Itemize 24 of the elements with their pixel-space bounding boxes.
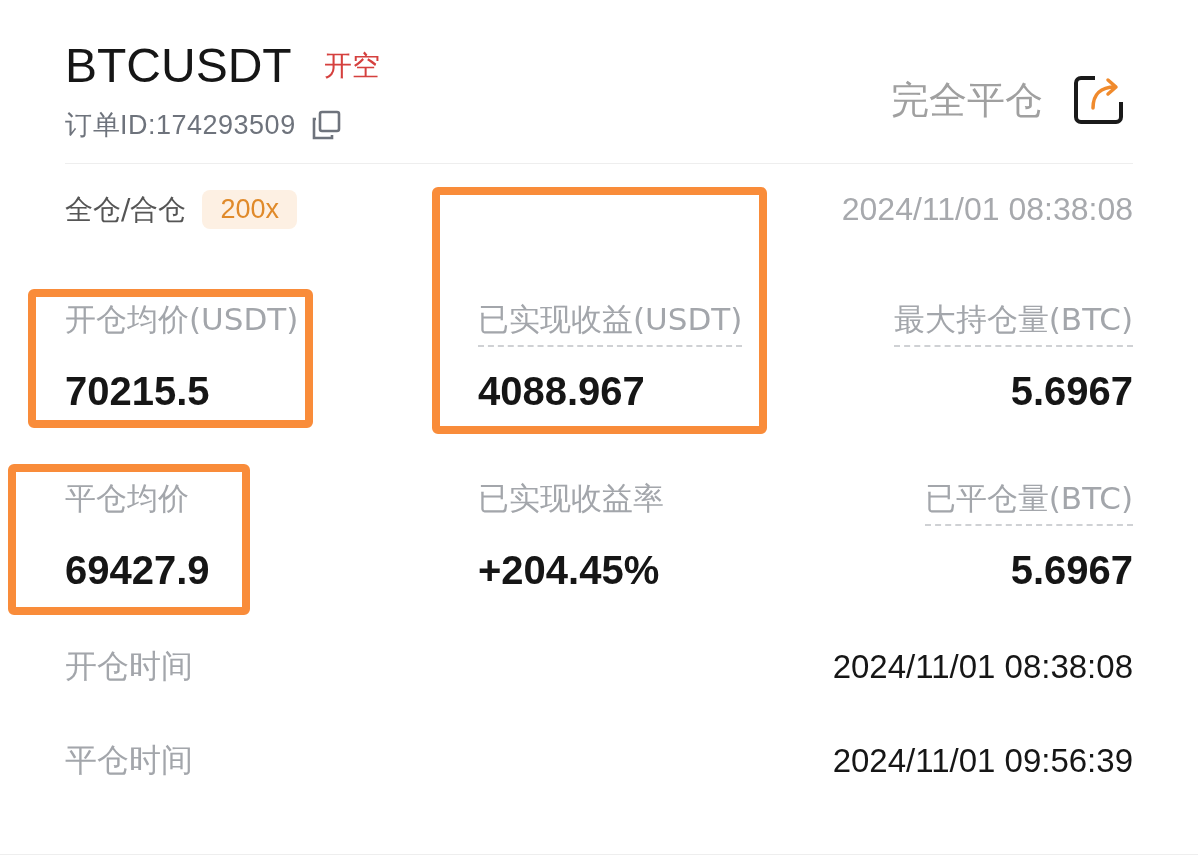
- close-all-label: 完全平仓: [891, 76, 1043, 124]
- stat-value: 4088.967: [478, 369, 646, 414]
- time-value: 2024/11/01 08:38:08: [832, 648, 1133, 686]
- stat-value: +204.45%: [478, 548, 661, 593]
- stat-value: 5.6967: [1010, 548, 1133, 593]
- time-value: 2024/11/01 09:56:39: [832, 742, 1133, 780]
- leverage-badge: 200x: [202, 190, 297, 229]
- order-time: 2024/11/01 08:38:08: [841, 191, 1133, 228]
- stat-label: 最大持仓量(BTC): [893, 299, 1133, 347]
- stat-label: 已实现收益率: [478, 479, 664, 518]
- stat-label: 平仓均价: [65, 479, 190, 518]
- symbol-title: BTCUSDT: [65, 38, 292, 93]
- stat-label: 开仓均价(USDT): [65, 300, 299, 339]
- margin-mode: 全仓/合仓: [65, 191, 187, 228]
- stat-value: 70215.5: [65, 369, 211, 414]
- time-label: 平仓时间: [65, 740, 193, 781]
- stat-value: 5.6967: [1010, 369, 1133, 414]
- stat-label: 已平仓量(BTC): [924, 478, 1133, 526]
- time-label: 开仓时间: [65, 646, 193, 687]
- side-label: 开空: [323, 47, 380, 84]
- share-icon[interactable]: [1073, 74, 1125, 126]
- stat-label: 已实现收益(USDT): [478, 299, 743, 347]
- order-id: 订单ID:174293509: [65, 109, 296, 142]
- stat-value: 69427.9: [65, 548, 210, 593]
